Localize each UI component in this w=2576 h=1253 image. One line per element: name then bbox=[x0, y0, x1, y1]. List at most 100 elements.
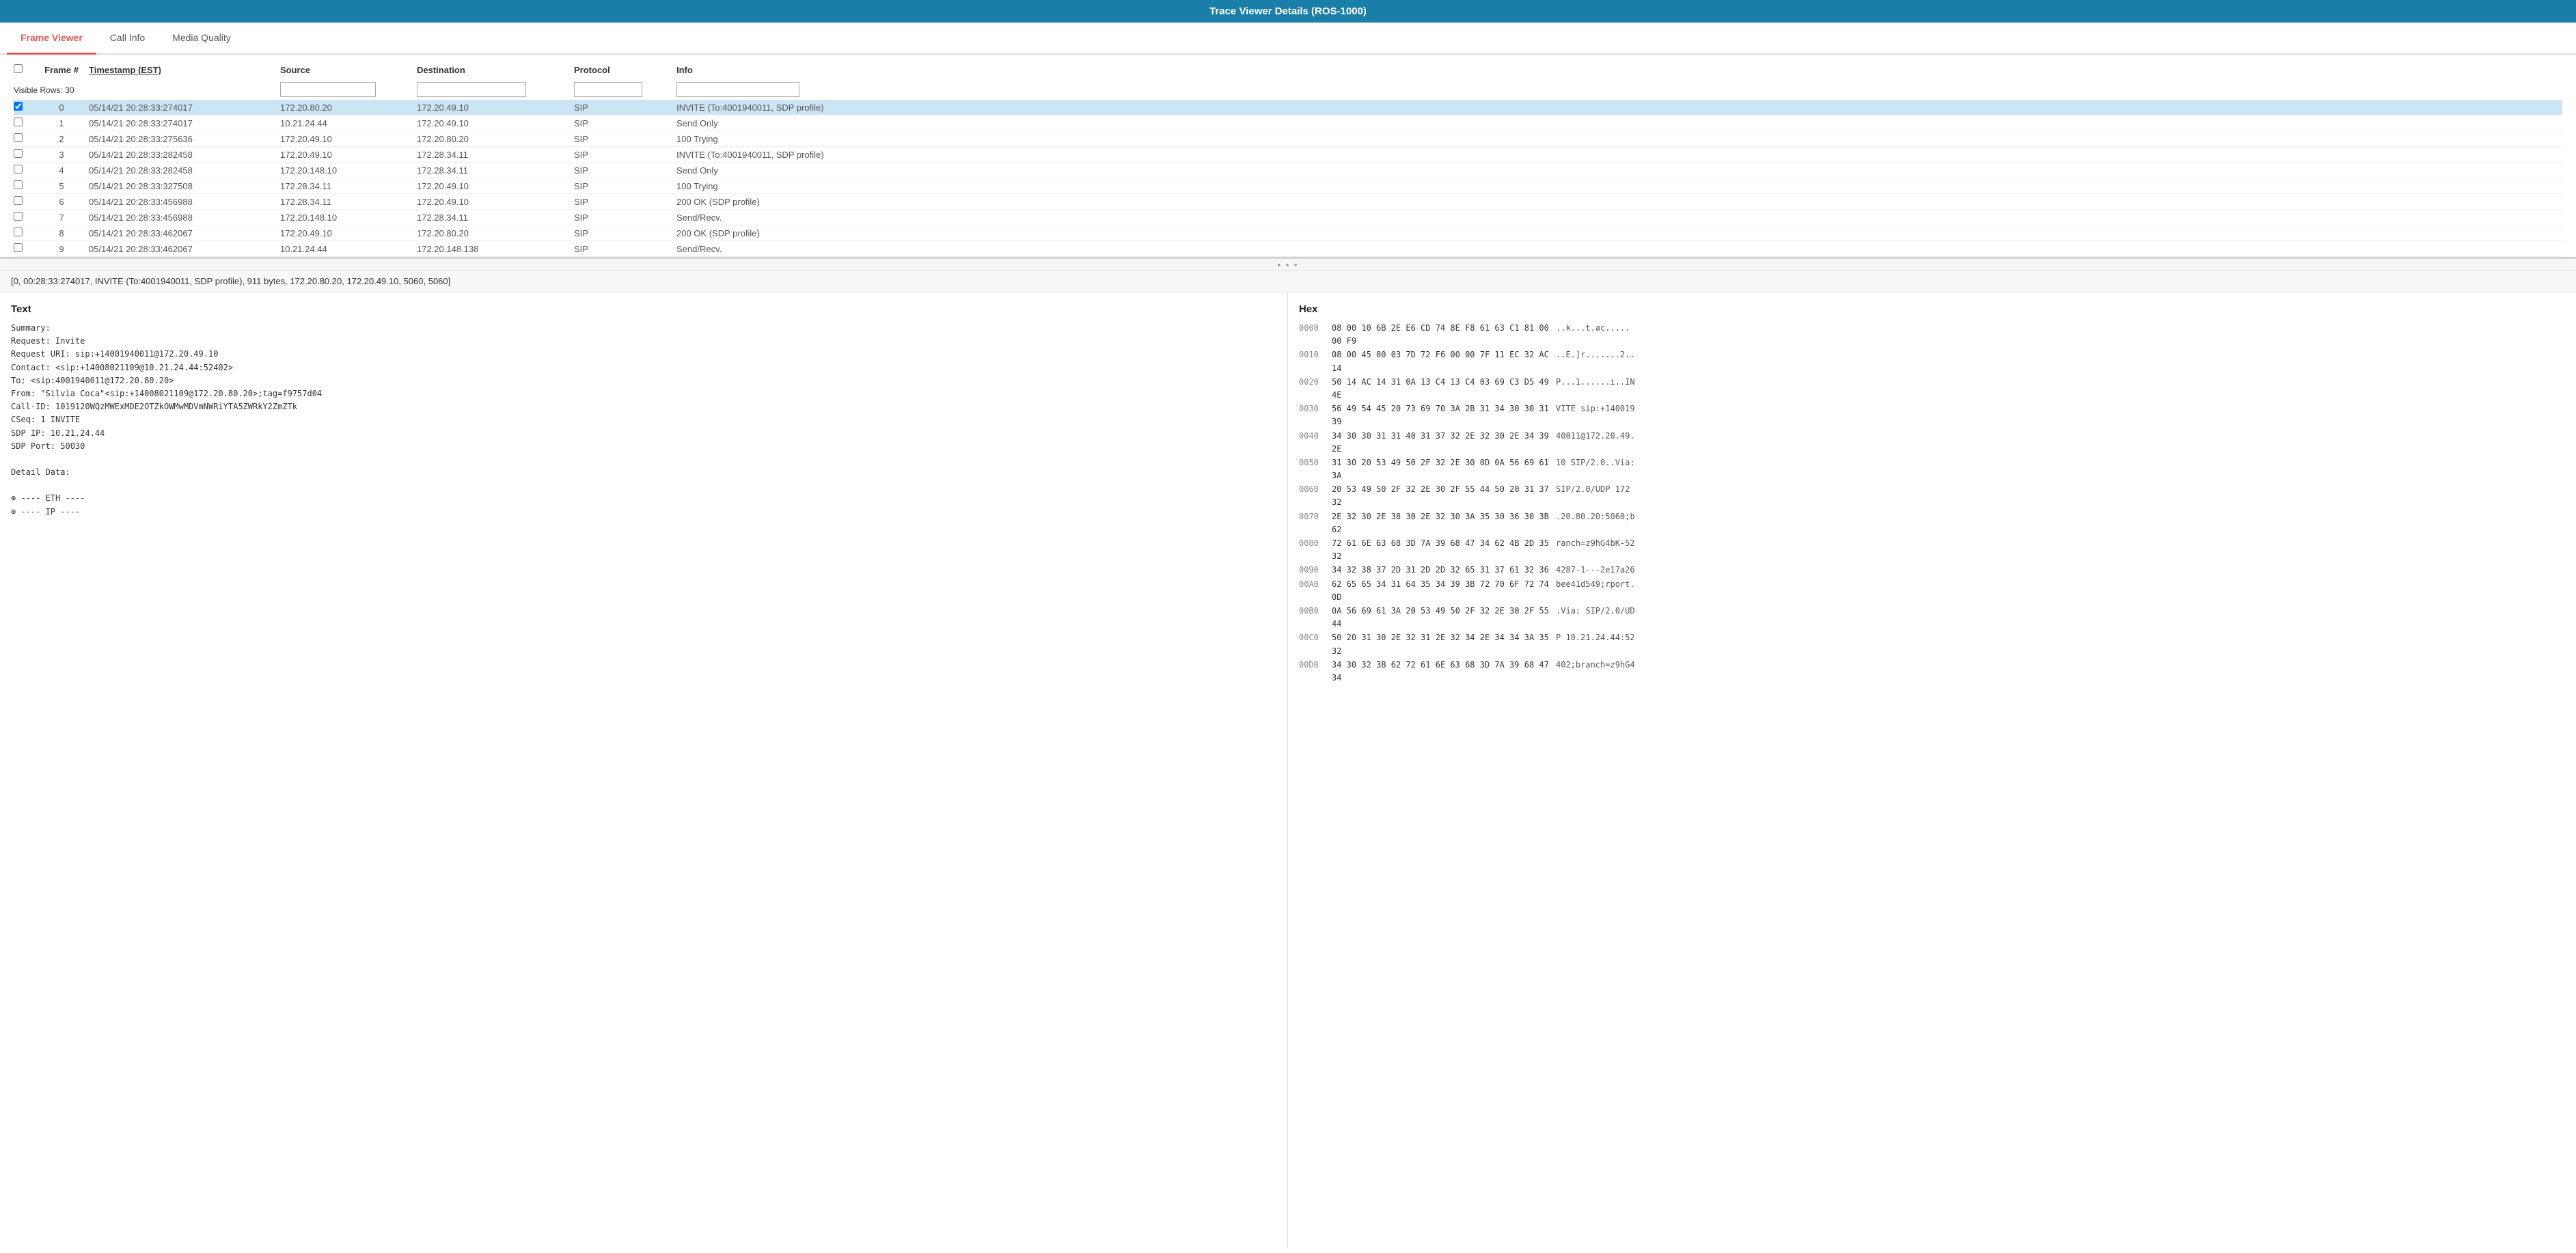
table-row[interactable]: 0 05/14/21 20:28:33:274017 172.20.80.20 … bbox=[14, 100, 2562, 115]
source-filter-input[interactable] bbox=[280, 82, 376, 97]
tab-call-info[interactable]: Call Info bbox=[96, 23, 159, 55]
row-frame: 3 bbox=[34, 150, 89, 160]
hex-bytes: 50 14 AC 14 31 0A 13 C4 13 C4 03 69 C3 D… bbox=[1332, 376, 1550, 402]
row-source: 172.28.34.11 bbox=[280, 197, 417, 207]
hex-ascii: 10 SIP/2.0..Via: bbox=[1556, 456, 1635, 482]
table-row[interactable]: 4 05/14/21 20:28:33:282458 172.20.148.10… bbox=[14, 163, 2562, 178]
table-row[interactable]: 9 05/14/21 20:28:33:462067 10.21.24.44 1… bbox=[14, 241, 2562, 257]
row-checkbox[interactable] bbox=[14, 133, 23, 142]
table-row[interactable]: 2 05/14/21 20:28:33:275636 172.20.49.10 … bbox=[14, 131, 2562, 147]
row-protocol: SIP bbox=[574, 228, 676, 238]
hex-bytes: 20 53 49 50 2F 32 2E 30 2F 55 44 50 20 3… bbox=[1332, 483, 1550, 509]
row-protocol: SIP bbox=[574, 102, 676, 113]
info-filter-input[interactable] bbox=[676, 82, 799, 97]
row-timestamp: 05/14/21 20:28:33:282458 bbox=[89, 150, 280, 160]
hex-row: 00C0 50 20 31 30 2E 32 31 2E 32 34 2E 34… bbox=[1299, 631, 2565, 657]
hex-ascii: P...1......i..IN bbox=[1556, 376, 1635, 402]
row-frame: 8 bbox=[34, 228, 89, 238]
hex-bytes: 34 30 30 31 31 40 31 37 32 2E 32 30 2E 3… bbox=[1332, 430, 1550, 456]
row-info: Send Only bbox=[676, 165, 2562, 176]
header-frame: Frame # bbox=[34, 65, 89, 75]
row-timestamp: 05/14/21 20:28:33:456988 bbox=[89, 212, 280, 223]
text-panel-title: Text bbox=[11, 303, 1276, 315]
hex-row: 0010 08 00 45 00 03 7D 72 F6 00 00 7F 11… bbox=[1299, 348, 2565, 374]
hex-ascii: SIP/2.0/UDP 172 bbox=[1556, 483, 1630, 509]
row-checkbox[interactable] bbox=[14, 149, 23, 158]
table-row[interactable]: 7 05/14/21 20:28:33:456988 172.20.148.10… bbox=[14, 210, 2562, 225]
hex-offset: 0060 bbox=[1299, 483, 1326, 509]
header-timestamp[interactable]: Timestamp (EST) bbox=[89, 65, 280, 75]
resize-bar[interactable]: • • • bbox=[0, 258, 2576, 271]
table-row[interactable]: 1 05/14/21 20:28:33:274017 10.21.24.44 1… bbox=[14, 115, 2562, 131]
row-frame: 9 bbox=[34, 244, 89, 254]
hex-offset: 0040 bbox=[1299, 430, 1326, 456]
frame-summary: [0, 00:28:33:274017, INVITE (To:40019400… bbox=[0, 271, 2576, 292]
row-info: Send/Recv. bbox=[676, 244, 2562, 254]
table-row[interactable]: 8 05/14/21 20:28:33:462067 172.20.49.10 … bbox=[14, 225, 2562, 241]
tab-frame-viewer[interactable]: Frame Viewer bbox=[7, 23, 96, 55]
hex-row: 00D0 34 30 32 3B 62 72 61 6E 63 68 3D 7A… bbox=[1299, 659, 2565, 685]
hex-ascii: ..k...t.ac..... bbox=[1556, 322, 1630, 348]
hex-bytes: 56 49 54 45 20 73 69 70 3A 2B 31 34 30 3… bbox=[1332, 402, 1550, 428]
hex-ascii: ..E.]r.......2.. bbox=[1556, 348, 1635, 374]
hex-bytes: 08 00 45 00 03 7D 72 F6 00 00 7F 11 EC 3… bbox=[1332, 348, 1550, 374]
row-protocol: SIP bbox=[574, 212, 676, 223]
row-check-cell bbox=[14, 133, 34, 144]
text-content: Summary: Request: Invite Request URI: si… bbox=[11, 322, 1276, 519]
row-frame: 4 bbox=[34, 165, 89, 176]
row-checkbox[interactable] bbox=[14, 243, 23, 252]
row-protocol: SIP bbox=[574, 150, 676, 160]
hex-ascii: VITE sip:+140019 bbox=[1556, 402, 1635, 428]
row-checkbox[interactable] bbox=[14, 102, 23, 111]
table-row[interactable]: 5 05/14/21 20:28:33:327508 172.28.34.11 … bbox=[14, 178, 2562, 194]
table-row[interactable]: 6 05/14/21 20:28:33:456988 172.28.34.11 … bbox=[14, 194, 2562, 210]
row-checkbox[interactable] bbox=[14, 228, 23, 236]
text-panel: Text Summary: Request: Invite Request UR… bbox=[0, 292, 1288, 1248]
row-timestamp: 05/14/21 20:28:33:282458 bbox=[89, 165, 280, 176]
row-destination: 172.20.80.20 bbox=[417, 228, 574, 238]
row-checkbox[interactable] bbox=[14, 118, 23, 126]
row-info: 200 OK (SDP profile) bbox=[676, 228, 2562, 238]
destination-filter-input[interactable] bbox=[417, 82, 526, 97]
protocol-filter-input[interactable] bbox=[574, 82, 642, 97]
select-all-checkbox[interactable] bbox=[14, 64, 23, 73]
row-source: 172.20.49.10 bbox=[280, 150, 417, 160]
header-info: Info bbox=[676, 65, 2562, 75]
hex-bytes: 62 65 65 34 31 64 35 34 39 3B 72 70 6F 7… bbox=[1332, 578, 1550, 604]
hex-ascii: bee41d549;rport. bbox=[1556, 578, 1635, 604]
hex-row: 00B0 0A 56 69 61 3A 20 53 49 50 2F 32 2E… bbox=[1299, 605, 2565, 631]
row-checkbox[interactable] bbox=[14, 196, 23, 205]
hex-offset: 00D0 bbox=[1299, 659, 1326, 685]
row-protocol: SIP bbox=[574, 118, 676, 128]
header-destination: Destination bbox=[417, 65, 574, 75]
hex-ascii: ranch=z9hG4bK-52 bbox=[1556, 537, 1635, 563]
row-checkbox[interactable] bbox=[14, 180, 23, 189]
filter-dest-cell bbox=[417, 82, 574, 97]
row-destination: 172.20.49.10 bbox=[417, 102, 574, 113]
row-protocol: SIP bbox=[574, 181, 676, 191]
tabs-bar: Frame Viewer Call Info Media Quality bbox=[0, 23, 2576, 55]
tab-media-quality[interactable]: Media Quality bbox=[159, 23, 245, 55]
row-destination: 172.20.49.10 bbox=[417, 118, 574, 128]
row-info: INVITE (To:4001940011, SDP profile) bbox=[676, 150, 2562, 160]
table-row[interactable]: 3 05/14/21 20:28:33:282458 172.20.49.10 … bbox=[14, 147, 2562, 163]
row-timestamp: 05/14/21 20:28:33:462067 bbox=[89, 244, 280, 254]
row-destination: 172.28.34.11 bbox=[417, 165, 574, 176]
row-source: 172.20.49.10 bbox=[280, 228, 417, 238]
hex-row: 0040 34 30 30 31 31 40 31 37 32 2E 32 30… bbox=[1299, 430, 2565, 456]
row-checkbox[interactable] bbox=[14, 165, 23, 174]
hex-row: 00A0 62 65 65 34 31 64 35 34 39 3B 72 70… bbox=[1299, 578, 2565, 604]
hex-ascii: 4287-1---2e17a26 bbox=[1556, 564, 1635, 577]
row-check-cell bbox=[14, 196, 34, 207]
hex-ascii: P 10.21.24.44:52 bbox=[1556, 631, 1635, 657]
hex-offset: 00C0 bbox=[1299, 631, 1326, 657]
hex-ascii: .20.80.20:5060;b bbox=[1556, 510, 1635, 536]
top-panel: Frame # Timestamp (EST) Source Destinati… bbox=[0, 55, 2576, 258]
row-frame: 5 bbox=[34, 181, 89, 191]
row-source: 172.20.49.10 bbox=[280, 134, 417, 144]
row-check-cell bbox=[14, 212, 34, 223]
row-checkbox[interactable] bbox=[14, 212, 23, 221]
row-frame: 7 bbox=[34, 212, 89, 223]
row-check-cell bbox=[14, 102, 34, 113]
row-source: 172.20.80.20 bbox=[280, 102, 417, 113]
